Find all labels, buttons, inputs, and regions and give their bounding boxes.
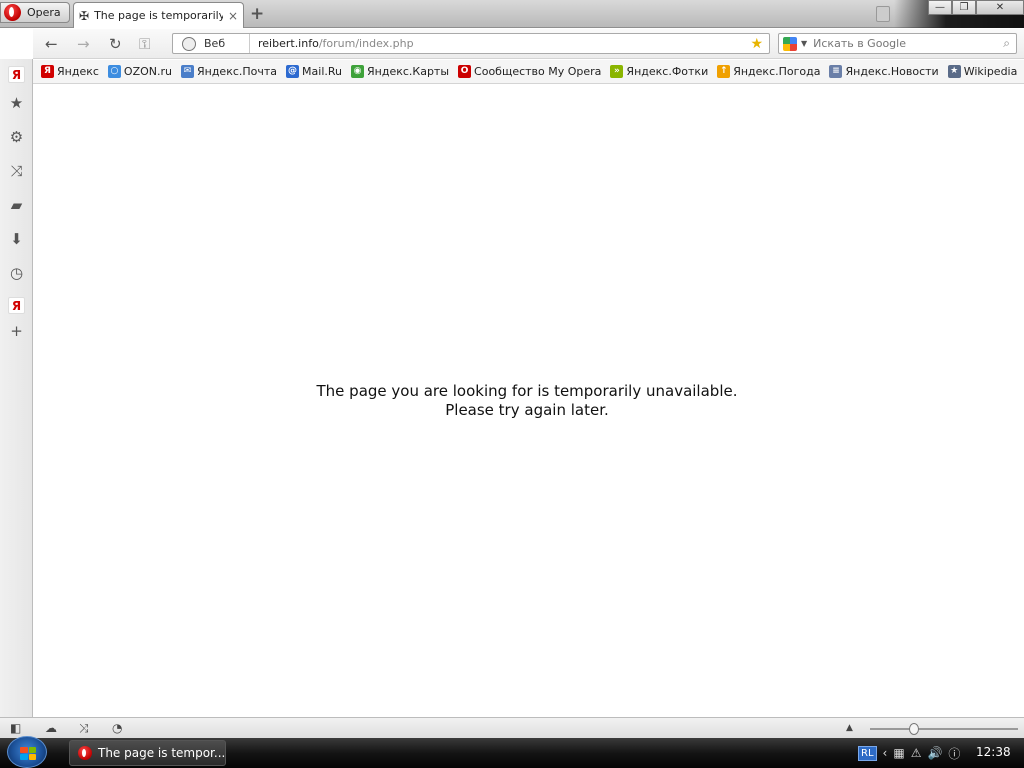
language-indicator[interactable]: RL: [858, 745, 877, 761]
zoom-up-icon[interactable]: ▲: [846, 723, 853, 733]
site-favicon-icon: ✠: [79, 8, 90, 23]
site-label[interactable]: Веб: [204, 34, 250, 53]
volume-icon[interactable]: 🔊: [927, 746, 942, 760]
bookmarks-star-icon[interactable]: ★: [8, 95, 25, 112]
bookmark-item[interactable]: ○ OZON.ru: [107, 65, 172, 78]
yandex-icon: Я: [41, 65, 54, 78]
windows-flag-icon: [20, 747, 36, 760]
notes-icon[interactable]: ▰: [8, 197, 25, 214]
bookmark-label: Яндекс: [57, 65, 99, 78]
panel-toggle-icon[interactable]: ◧: [10, 721, 21, 735]
warning-icon[interactable]: ⚠: [911, 746, 922, 760]
bookmark-item[interactable]: O Сообщество My Opera: [458, 65, 601, 78]
add-panel-icon[interactable]: +: [8, 323, 25, 340]
taskbar-opera-window[interactable]: The page is tempor...: [69, 740, 226, 766]
maximize-button[interactable]: ❐: [952, 0, 976, 15]
bookmark-label: Mail.Ru: [302, 65, 342, 78]
tab-active[interactable]: ✠ The page is temporarily ... ×: [73, 2, 244, 28]
url-path: /forum/index.php: [318, 37, 414, 50]
mail-icon: ✉: [180, 65, 194, 78]
bookmark-item[interactable]: Я Яндекс: [41, 65, 99, 78]
photos-icon: »: [610, 65, 624, 78]
unite-status-icon[interactable]: ⤨: [79, 721, 89, 736]
info-icon[interactable]: ⓘ: [948, 745, 960, 762]
bookmark-label: Яндекс.Новости: [845, 65, 939, 78]
opera-logo-icon: [4, 4, 21, 21]
error-message: The page you are looking for is temporar…: [34, 382, 1020, 420]
system-tray: RL ‹ ▦ ⚠ 🔊 ⓘ: [858, 738, 960, 768]
wikipedia-icon: ★: [947, 65, 961, 78]
bookmark-item[interactable]: ◉ Яндекс.Карты: [351, 65, 449, 78]
google-engine-icon[interactable]: [783, 36, 797, 51]
ozon-icon: ○: [107, 65, 121, 78]
address-toolbar: ← → ↻ ⚿ Веб reibert.info/forum/index.php…: [33, 29, 1024, 59]
search-icon[interactable]: ⌕: [1003, 36, 1010, 51]
speed-dial-icon[interactable]: ◔: [112, 721, 122, 735]
new-tab-button[interactable]: +: [250, 4, 264, 24]
maps-icon: ◉: [351, 65, 364, 78]
close-window-button[interactable]: ✕: [976, 0, 1024, 15]
windows-taskbar: The page is tempor... RL ‹ ▦ ⚠ 🔊 ⓘ 12:38: [0, 736, 1024, 768]
show-hidden-icons-chevron-icon[interactable]: ‹: [883, 746, 888, 760]
opera-menu-label: Opera: [27, 6, 61, 19]
search-input[interactable]: [813, 37, 1004, 50]
page-content: The page you are looking for is temporar…: [34, 85, 1024, 717]
network-icon[interactable]: ▦: [893, 746, 904, 760]
bookmarks-bar: Я Яндекс ○ OZON.ru ✉ Яндекс.Почта @ Mail.Ru ◉ Янд…: [33, 60, 1024, 84]
start-button[interactable]: [7, 736, 47, 768]
weather-icon: ↑: [717, 65, 731, 78]
forward-button[interactable]: →: [77, 35, 90, 53]
unite-icon[interactable]: ⤨: [8, 163, 25, 180]
opera-task-icon: [78, 746, 92, 760]
url-host: reibert.info: [258, 37, 319, 50]
bookmark-item[interactable]: ✉ Яндекс.Почта: [180, 65, 278, 78]
error-message-line1: The page you are looking for is temporar…: [316, 382, 738, 400]
news-icon: ≡: [829, 65, 843, 78]
bookmark-label: OZON.ru: [123, 65, 172, 78]
url-text[interactable]: reibert.info/forum/index.php: [250, 37, 750, 50]
back-button[interactable]: ←: [45, 35, 58, 53]
settings-gear-icon[interactable]: ⚙: [8, 129, 25, 146]
bookmark-label: Яндекс.Фотки: [626, 65, 709, 78]
at-icon: @: [286, 65, 300, 78]
bookmark-item[interactable]: @ Mail.Ru: [286, 65, 342, 78]
taskbar-window-title: The page is tempor...: [98, 746, 226, 760]
zoom-slider[interactable]: [870, 723, 1018, 735]
tab-close-icon[interactable]: ×: [228, 9, 238, 23]
wand-key-button[interactable]: ⚿: [139, 35, 150, 53]
bookmark-item[interactable]: ★ Wikipedia: [947, 65, 1018, 78]
globe-icon: [182, 36, 196, 51]
status-bar: ◧ ☁ ⤨ ◔ ▲: [0, 717, 1024, 738]
error-message-line2: Please try again later.: [445, 401, 609, 419]
history-clock-icon[interactable]: ◷: [8, 265, 25, 282]
bookmark-label: Яндекс.Погода: [733, 65, 821, 78]
opera-icon: O: [458, 65, 472, 78]
bookmark-label: Wikipedia: [963, 65, 1018, 78]
tab-title: The page is temporarily ...: [94, 9, 223, 22]
bookmark-label: Сообщество My Opera: [474, 65, 602, 78]
zoom-slider-knob[interactable]: [909, 723, 919, 735]
window-controls: — ❐ ✕: [928, 0, 1024, 15]
minimize-button[interactable]: —: [928, 0, 952, 15]
search-field[interactable]: ▼ ⌕: [778, 33, 1017, 54]
reload-button[interactable]: ↻: [109, 35, 122, 53]
chevron-down-icon[interactable]: ▼: [801, 39, 807, 48]
closed-tabs-trash-icon[interactable]: [876, 6, 890, 22]
bookmark-item[interactable]: » Яндекс.Фотки: [610, 65, 708, 78]
downloads-icon[interactable]: ⬇: [8, 231, 25, 248]
bookmark-star-icon[interactable]: ★: [750, 36, 763, 52]
panel-sidebar: Я ★ ⚙ ⤨ ▰ ⬇ ◷ Я +: [0, 59, 33, 717]
address-field[interactable]: Веб reibert.info/forum/index.php ★: [172, 33, 770, 54]
bookmark-label: Яндекс.Карты: [367, 65, 450, 78]
tab-bar: Opera ✠ The page is temporarily ... × + …: [0, 0, 1024, 28]
clock[interactable]: 12:38: [976, 745, 1011, 759]
bookmark-label: Яндекс.Почта: [196, 65, 278, 78]
yandex-panel-icon[interactable]: Я: [8, 66, 25, 83]
opera-menu-button[interactable]: Opera: [0, 2, 70, 23]
bookmark-item[interactable]: ↑ Яндекс.Погода: [717, 65, 820, 78]
yandex-panel-icon-2[interactable]: Я: [8, 297, 25, 314]
turbo-cloud-icon[interactable]: ☁: [45, 721, 57, 735]
bookmark-item[interactable]: ≡ Яндекс.Новости: [829, 65, 939, 78]
